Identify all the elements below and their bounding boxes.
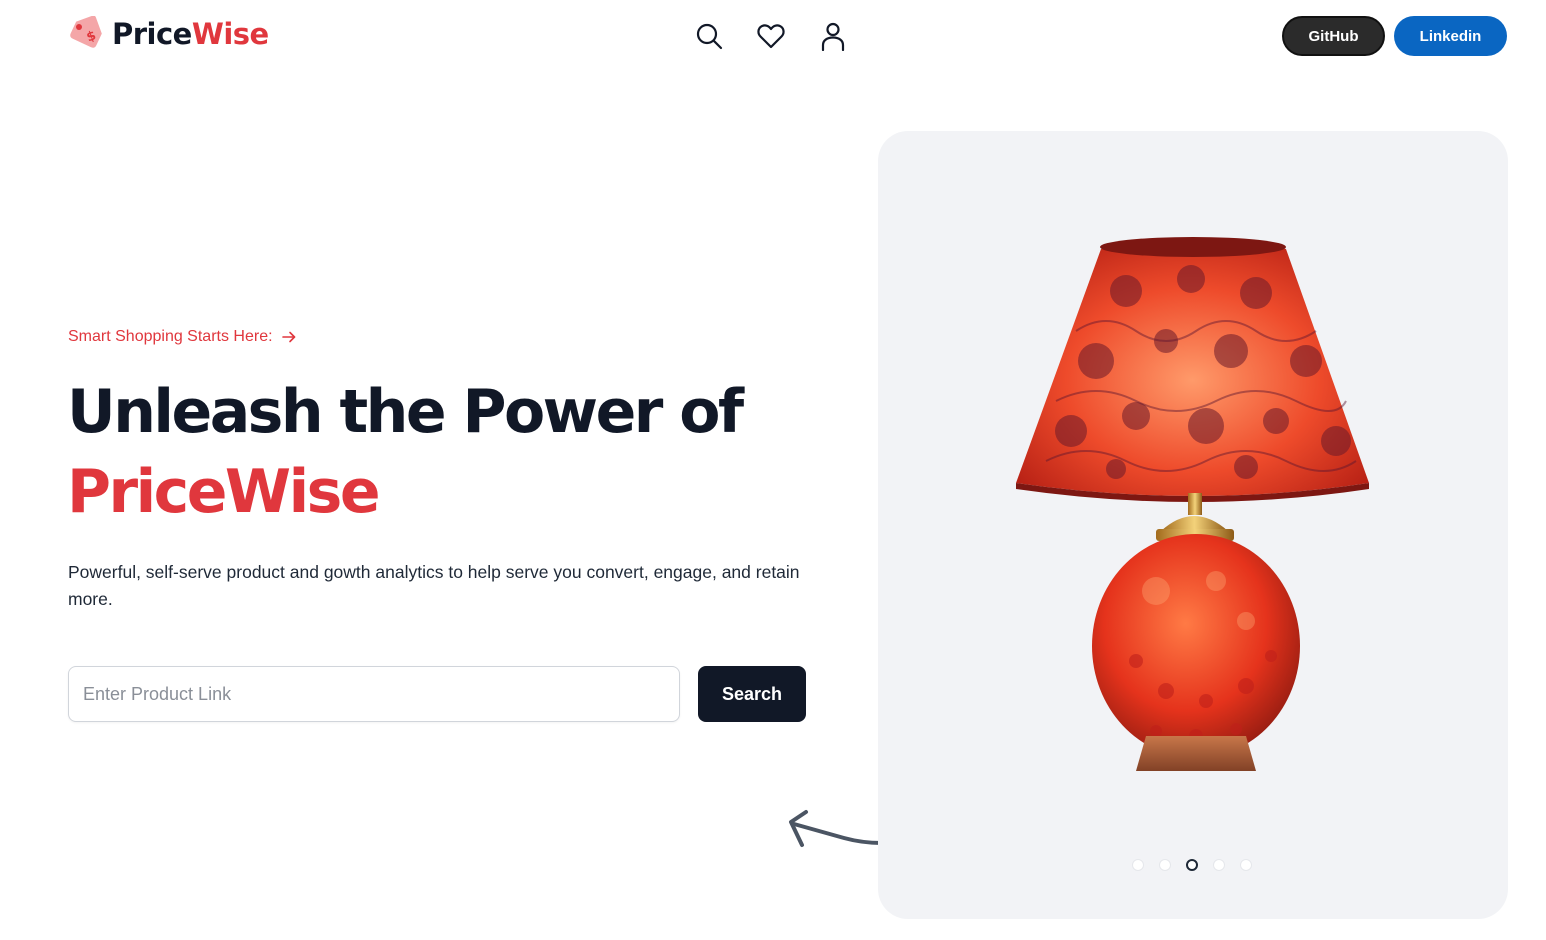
linkedin-button[interactable]: Linkedin bbox=[1394, 16, 1507, 56]
product-link-input[interactable] bbox=[68, 666, 680, 722]
tagline: Smart Shopping Starts Here: bbox=[68, 328, 297, 346]
price-tag-icon: $ bbox=[70, 16, 102, 48]
arrow-right-icon bbox=[281, 331, 295, 343]
heart-icon[interactable] bbox=[754, 18, 788, 54]
user-icon[interactable] bbox=[816, 18, 850, 54]
search-icon[interactable] bbox=[692, 18, 726, 54]
carousel-dot[interactable] bbox=[1240, 859, 1252, 871]
logo-text: PriceWise bbox=[112, 17, 269, 51]
hero-headline: Unleash the Power of PriceWise bbox=[67, 372, 847, 532]
carousel-dot[interactable] bbox=[1159, 859, 1171, 871]
github-button[interactable]: GitHub bbox=[1282, 16, 1385, 56]
logo-text-accent: Wise bbox=[191, 17, 269, 51]
carousel-dots bbox=[1132, 859, 1252, 871]
hero-subtext: Powerful, self-serve product and gowth a… bbox=[68, 562, 800, 609]
search-button[interactable]: Search bbox=[698, 666, 806, 722]
nav-icons bbox=[692, 18, 850, 54]
headline-text: Unleash the Power of bbox=[67, 377, 744, 447]
carousel-dot[interactable] bbox=[1213, 859, 1225, 871]
logo[interactable]: $ PriceWise bbox=[68, 16, 269, 52]
headline-accent: PriceWise bbox=[67, 457, 381, 527]
tagline-text: Smart Shopping Starts Here: bbox=[68, 328, 273, 345]
site-header: $ PriceWise GitHub Linkedin bbox=[0, 0, 1546, 72]
carousel-dot-active[interactable] bbox=[1186, 859, 1198, 871]
product-carousel[interactable] bbox=[878, 131, 1508, 919]
red-lamp-image bbox=[1016, 237, 1369, 771]
logo-text-main: Price bbox=[112, 17, 192, 51]
carousel-dot[interactable] bbox=[1132, 859, 1144, 871]
